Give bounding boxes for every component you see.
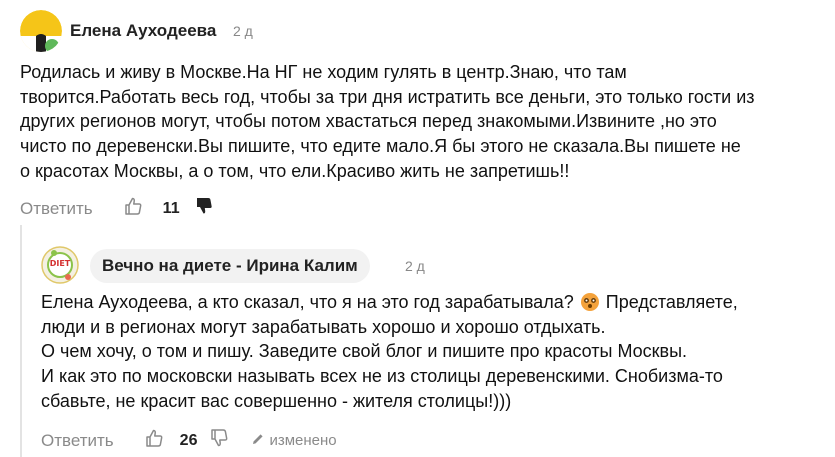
avatar[interactable]: DIET (40, 245, 80, 285)
text-line: И как это по московски называть всех не … (41, 366, 723, 387)
comment-text: Елена Ауходеева, а кто сказал, что я на … (41, 290, 738, 414)
reply-comment: DIET Вечно на диете - Ирина Калим 2 д Ел… (0, 225, 835, 457)
text-line: Елена Ауходеева, а кто сказал, что я на … (41, 292, 738, 312)
author-chip[interactable]: Вечно на диете - Ирина Калим (90, 249, 370, 283)
thumbs-down-icon[interactable] (194, 196, 214, 221)
author-name[interactable]: Елена Ауходеева (70, 21, 216, 41)
text-line: чисто по деревенски.Вы пишите, что едите… (20, 136, 741, 157)
avatar[interactable] (20, 10, 62, 52)
comment-actions: Ответить 26 изменено (41, 428, 337, 453)
text-line: других регионов могут, чтобы потом хваст… (20, 111, 717, 132)
text-line: люди и в регионах могут зарабатывать хор… (41, 316, 606, 337)
comment-text: Родилась и живу в Москве.На НГ не ходим … (20, 60, 755, 184)
like-count: 11 (162, 199, 180, 217)
text-line: О чем хочу, о том и пишу. Заведите свой … (41, 341, 688, 362)
author-name[interactable]: Вечно на диете - Ирина Калим (102, 256, 358, 276)
timestamp: 2 д (405, 258, 425, 274)
thumbs-up-icon[interactable] (123, 196, 143, 221)
reply-button[interactable]: Ответить (41, 431, 114, 451)
text-line: Родилась и живу в Москве.На НГ не ходим … (20, 62, 627, 82)
text-line: о красотах Москвы, а о том, что ели.Крас… (20, 160, 570, 181)
thumbs-up-icon[interactable] (144, 428, 164, 453)
text-line: сбавьте, не красит вас совершенно - жите… (41, 390, 512, 411)
like-count: 26 (179, 431, 198, 449)
thumbs-down-icon[interactable] (209, 428, 229, 453)
timestamp: 2 д (233, 23, 253, 39)
pencil-icon (251, 431, 265, 451)
avatar-label: DIET (49, 259, 71, 268)
edited-label: изменено (269, 432, 337, 449)
flushed-face-icon (580, 293, 599, 311)
comment: Елена Ауходеева 2 д Родилась и живу в Мо… (0, 0, 835, 225)
reply-button[interactable]: Ответить (20, 199, 93, 219)
comment-actions: Ответить 11 (20, 196, 214, 221)
text-line: творится.Работать весь год, чтобы за три… (20, 86, 755, 107)
